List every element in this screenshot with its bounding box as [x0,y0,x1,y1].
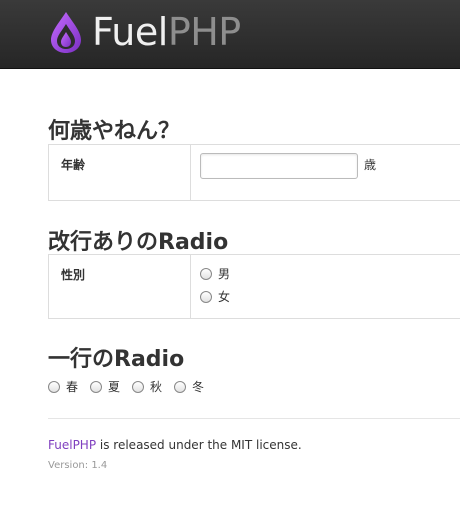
age-label-cell: 年齢 [49,145,191,200]
section-title-season: 一行のRadio [48,347,185,372]
radio-label-male: 男 [218,267,231,281]
radio-label-spring: 春 [66,380,79,394]
section-title-age: 何歳やねん？ [48,119,181,144]
radio-female[interactable] [200,290,212,303]
gender-label-cell: 性別 [49,255,191,318]
age-input[interactable] [200,153,358,179]
gender-label: 性別 [61,268,86,282]
radio-option-summer[interactable]: 夏 [90,378,120,395]
season-radio-group: 春 夏 秋 冬 [48,378,216,395]
version-text: Version: 1.4 [48,460,108,471]
radio-label-autumn: 秋 [150,380,163,394]
age-label: 年齢 [61,158,86,172]
age-suffix: 歳 [364,158,377,172]
footer-text: FuelPHP is released under the MIT licens… [48,438,302,452]
footer-divider [48,418,460,419]
license-text: is released under the MIT license. [96,438,302,452]
section-title-gender: 改行ありのRadio [48,230,229,255]
logo-text: FuelPHP [92,10,241,54]
fuelphp-link[interactable]: FuelPHP [48,438,96,452]
radio-label-summer: 夏 [108,380,121,394]
radio-option-male[interactable]: 男 [200,265,230,282]
top-bar: FuelPHP [0,0,460,69]
radio-option-female[interactable]: 女 [200,288,230,305]
flame-icon [51,12,81,53]
radio-label-winter: 冬 [192,380,205,394]
radio-option-autumn[interactable]: 秋 [132,378,162,395]
radio-summer[interactable] [90,380,103,393]
radio-male[interactable] [200,267,212,280]
radio-option-winter[interactable]: 冬 [174,378,204,395]
radio-spring[interactable] [48,380,60,393]
fuelphp-logo[interactable]: FuelPHP [48,10,241,54]
radio-winter[interactable] [174,380,187,393]
radio-label-female: 女 [218,290,231,304]
gender-form-table: 性別 男 女 [48,254,460,319]
age-form-table: 年齢 歳 [48,144,460,201]
radio-autumn[interactable] [132,380,145,393]
radio-option-spring[interactable]: 春 [48,378,78,395]
